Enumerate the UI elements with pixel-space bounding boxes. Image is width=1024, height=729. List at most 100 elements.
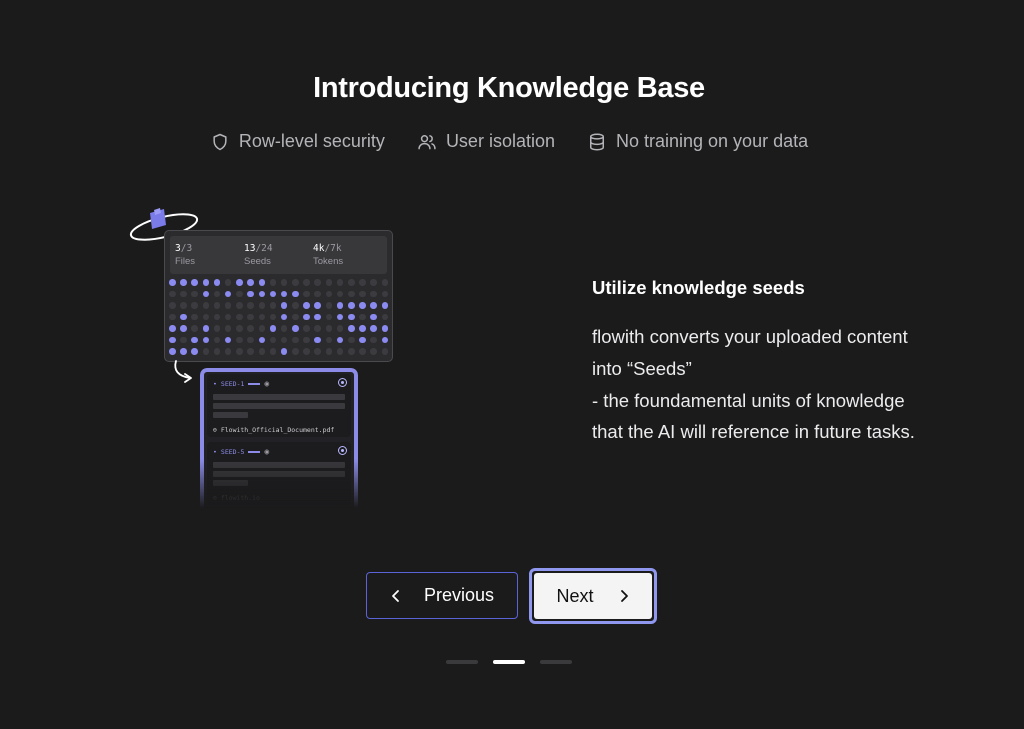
seed-dot [348, 302, 355, 309]
page-dot-active[interactable] [493, 660, 525, 664]
seed-dot [169, 313, 176, 320]
stat-files: 3/3 Files [175, 243, 196, 267]
seed-dot [359, 279, 366, 286]
seed-dot [258, 290, 265, 297]
seed-dot [381, 302, 389, 309]
page-dot[interactable] [540, 660, 572, 664]
seed-list: • SEED-1 ◉ ⊖ Flowith_Official_Document.pdf… [200, 368, 358, 508]
feature-label: User isolation [445, 131, 555, 151]
knowledge-seeds-illustration: 3/3 Files 13/24 Seeds 4k/7k Tokens • SEED… [128, 205, 398, 508]
seed-dot [191, 336, 198, 343]
seed-dot [280, 336, 288, 343]
seed-dot [180, 302, 187, 309]
stat-seeds: 13/24 Seeds [244, 243, 273, 267]
seed-dot [336, 290, 344, 297]
seed-dot [314, 348, 321, 355]
curved-arrow-icon [174, 360, 192, 383]
seed-dot [258, 336, 265, 343]
seed-dot [292, 290, 299, 297]
seed-card: • SEED-5 ◉ ⊖ flowith.io [207, 442, 351, 505]
seed-dot [224, 279, 232, 286]
feature-label: No training on your data [615, 131, 809, 151]
seed-dot [247, 348, 254, 355]
seed-card: • SEED-1 ◉ ⊖ Flowith_Official_Document.pdf [207, 374, 351, 437]
seed-dot [202, 302, 210, 309]
description-line: that the AI will reference in future tas… [592, 421, 915, 443]
seed-file-name: Flowith_Official_Document.pdf [220, 426, 335, 434]
seed-dot [359, 325, 366, 332]
seed-dot [292, 279, 299, 286]
seed-dot [247, 336, 254, 343]
seed-dot [236, 348, 243, 355]
description-line: flowith converts your uploaded content [592, 326, 908, 347]
seed-dot [269, 348, 277, 355]
seed-dot [303, 325, 310, 332]
seed-dot [224, 290, 232, 297]
seed-dot [292, 313, 299, 320]
seed-dot [314, 313, 321, 320]
seed-dot [169, 279, 176, 286]
seed-dot [370, 336, 377, 343]
seed-dot [348, 290, 355, 297]
seed-dot [359, 348, 366, 355]
radio-icon [338, 446, 347, 455]
chevron-left-icon [392, 589, 399, 602]
seed-dot-grid [169, 279, 393, 360]
seed-dot [303, 290, 310, 297]
seed-dot [370, 290, 377, 297]
seed-dot [348, 325, 355, 332]
page-dot[interactable] [446, 660, 478, 664]
seed-dot [336, 325, 344, 332]
seed-dot [224, 336, 232, 343]
seed-dot [247, 313, 254, 320]
seed-dot [191, 348, 198, 355]
seed-dot [280, 279, 288, 286]
seed-dot [303, 302, 310, 309]
seed-dot [292, 302, 299, 309]
seed-dot [180, 325, 187, 332]
seed-name: SEED-1 [220, 379, 245, 388]
seed-dot [381, 290, 389, 297]
seed-dot [314, 325, 321, 332]
seed-dot [280, 348, 288, 355]
seed-dot [314, 290, 321, 297]
seed-dot [348, 336, 355, 343]
seed-dot [359, 290, 366, 297]
eye-icon: ◉ [264, 379, 270, 388]
seed-dot [370, 279, 377, 286]
seed-dot [314, 302, 321, 309]
seed-dot [381, 313, 389, 320]
seed-dot [202, 336, 210, 343]
seed-dot [169, 325, 176, 332]
stats-card: 3/3 Files 13/24 Seeds 4k/7k Tokens [164, 230, 393, 362]
feature-user-isolation: User isolation [417, 131, 555, 152]
seed-dot [280, 325, 288, 332]
seed-dot [180, 279, 187, 286]
seed-dot [303, 313, 310, 320]
next-button[interactable]: Next [529, 568, 657, 624]
seed-dot [336, 279, 344, 286]
seed-dot [213, 348, 221, 355]
previous-button[interactable]: Previous [366, 572, 518, 619]
seed-dot [280, 313, 288, 320]
seed-dot [247, 290, 254, 297]
seed-dot [314, 336, 321, 343]
seed-dot [202, 313, 210, 320]
seed-dot [180, 313, 187, 320]
radio-icon [338, 378, 347, 387]
seed-dot [336, 348, 344, 355]
seed-dot [269, 313, 277, 320]
seed-dot [303, 279, 310, 286]
seed-dot [381, 325, 389, 332]
seed-dot [247, 302, 254, 309]
seed-dot [325, 279, 333, 286]
seed-dot [191, 290, 198, 297]
seed-dot [292, 336, 299, 343]
seed-dot [314, 279, 321, 286]
seed-dot [213, 313, 221, 320]
seed-dot [348, 313, 355, 320]
seed-dot [236, 279, 243, 286]
previous-label: Previous [423, 585, 495, 605]
seed-dot [169, 290, 176, 297]
seed-dot [280, 290, 288, 297]
